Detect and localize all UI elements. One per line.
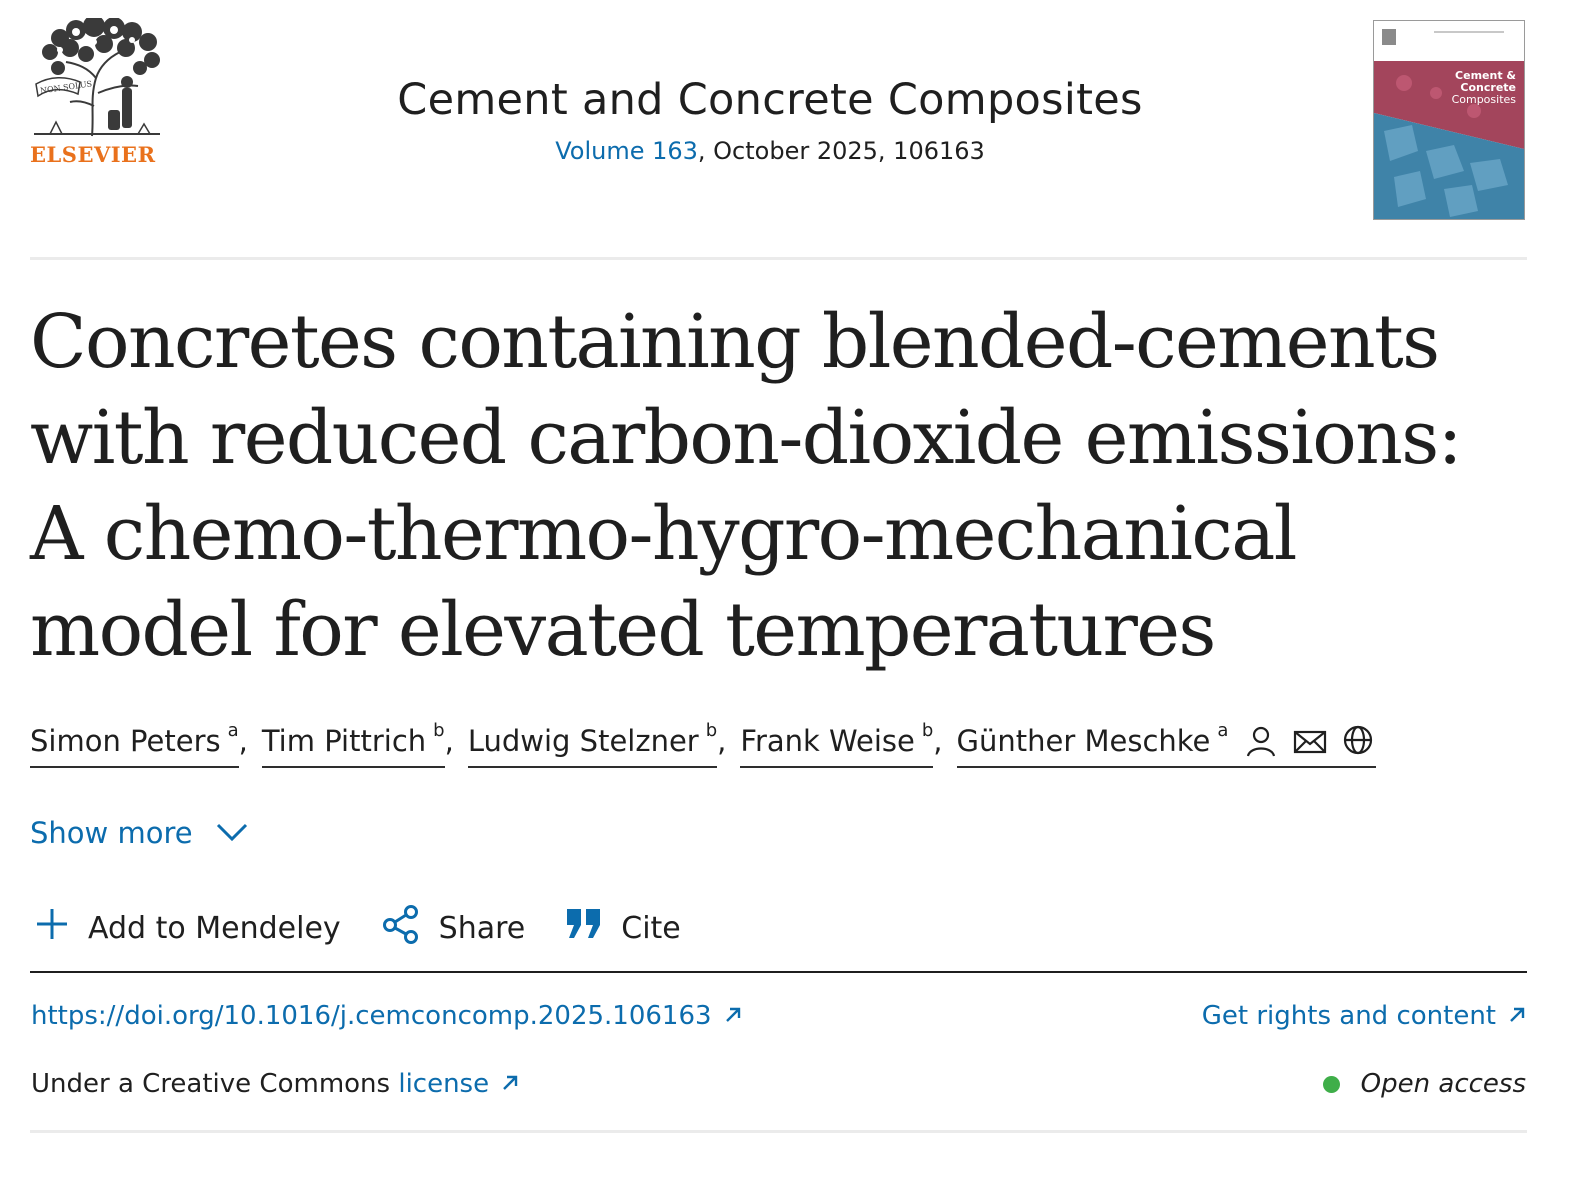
license-prefix: Under a Creative Commons bbox=[31, 1069, 399, 1099]
mail-icon bbox=[1292, 724, 1328, 760]
journal-issue: Volume 163, October 2025, 106163 bbox=[300, 136, 1240, 166]
publisher-name: ELSEVIER bbox=[30, 142, 156, 167]
author-link[interactable]: Ludwig Stelzner b bbox=[467, 720, 718, 768]
author-link[interactable]: Tim Pittrich b bbox=[261, 720, 445, 768]
get-rights-label: Get rights and content bbox=[1201, 1001, 1496, 1031]
doi-link[interactable]: https://doi.org/10.1016/j.cemconcomp.202… bbox=[31, 1001, 742, 1031]
author-separator: , bbox=[717, 724, 727, 758]
license-statement: Under a Creative Commons license bbox=[31, 1069, 519, 1099]
author-affiliation: a bbox=[1217, 720, 1229, 741]
open-access-label: Open access bbox=[1360, 1069, 1526, 1099]
cover-logo-icon bbox=[1382, 29, 1396, 45]
person-icon bbox=[1244, 724, 1280, 760]
author-name: Tim Pittrich bbox=[261, 724, 427, 758]
open-access-dot-icon bbox=[1322, 1075, 1340, 1093]
article-title: Concretes containing blended-cements wit… bbox=[30, 299, 1463, 673]
author-name: Simon Peters bbox=[30, 724, 221, 758]
plus-icon bbox=[34, 906, 70, 950]
author-name: Frank Weise bbox=[740, 724, 915, 758]
author-separator: , bbox=[444, 724, 454, 758]
open-access-badge: Open access bbox=[1322, 1069, 1526, 1099]
share-icon bbox=[381, 904, 421, 952]
external-link-icon bbox=[501, 1069, 519, 1099]
share-label: Share bbox=[438, 910, 526, 946]
external-link-icon bbox=[1508, 1001, 1526, 1031]
show-more-label: Show more bbox=[30, 816, 193, 850]
add-to-mendeley-button[interactable]: Add to Mendeley bbox=[34, 906, 341, 950]
footer-divider bbox=[30, 1130, 1527, 1133]
author-list: Simon Peters a, Tim Pittrich b, Ludwig Ste… bbox=[30, 720, 1377, 770]
get-rights-link[interactable]: Get rights and content bbox=[1202, 1001, 1526, 1031]
author-link[interactable]: Frank Weise b bbox=[740, 720, 934, 768]
actions-divider bbox=[30, 971, 1527, 973]
publisher-logo[interactable]: NON SOLUS ELSEVIER bbox=[30, 18, 165, 170]
header-divider bbox=[30, 257, 1527, 260]
article-actions: Add to Mendeley Share Cite bbox=[34, 904, 681, 952]
quote-icon bbox=[565, 907, 603, 949]
show-more-button[interactable]: Show more bbox=[30, 816, 249, 850]
journal-cover[interactable]: Cement & Concrete Composites bbox=[1373, 20, 1525, 220]
globe-icon bbox=[1340, 724, 1376, 760]
share-button[interactable]: Share bbox=[381, 904, 526, 952]
add-to-mendeley-label: Add to Mendeley bbox=[88, 910, 341, 946]
issue-info: , October 2025, 106163 bbox=[697, 137, 985, 165]
author-name: Günther Meschke bbox=[956, 724, 1211, 758]
author-link[interactable]: Simon Peters a bbox=[30, 720, 239, 768]
elsevier-tree-logo: NON SOLUS bbox=[34, 18, 160, 137]
author-name: Ludwig Stelzner bbox=[467, 724, 699, 758]
license-link-label: license bbox=[398, 1069, 490, 1099]
author-affiliation: a bbox=[227, 720, 239, 741]
author-affiliation: b bbox=[705, 720, 718, 741]
doi-label: https://doi.org/10.1016/j.cemconcomp.202… bbox=[31, 1001, 712, 1031]
author-separator: , bbox=[933, 724, 943, 758]
author-affiliation: b bbox=[433, 720, 445, 741]
volume-link[interactable]: Volume 163 bbox=[555, 137, 698, 165]
author-link-corresponding[interactable]: Günther Meschke a bbox=[956, 720, 1377, 768]
author-contact-icons bbox=[1244, 724, 1376, 760]
license-link[interactable]: license bbox=[398, 1069, 519, 1099]
journal-header: Cement and Concrete Composites Volume 16… bbox=[300, 72, 1240, 166]
author-affiliation: b bbox=[921, 720, 934, 741]
chevron-down-icon bbox=[215, 816, 249, 850]
author-separator: , bbox=[238, 724, 248, 758]
cover-title-line-3: Composites bbox=[1452, 93, 1517, 106]
journal-title[interactable]: Cement and Concrete Composites bbox=[300, 72, 1240, 128]
external-link-icon bbox=[724, 1001, 742, 1031]
cite-label: Cite bbox=[621, 910, 681, 946]
cite-button[interactable]: Cite bbox=[565, 907, 681, 949]
